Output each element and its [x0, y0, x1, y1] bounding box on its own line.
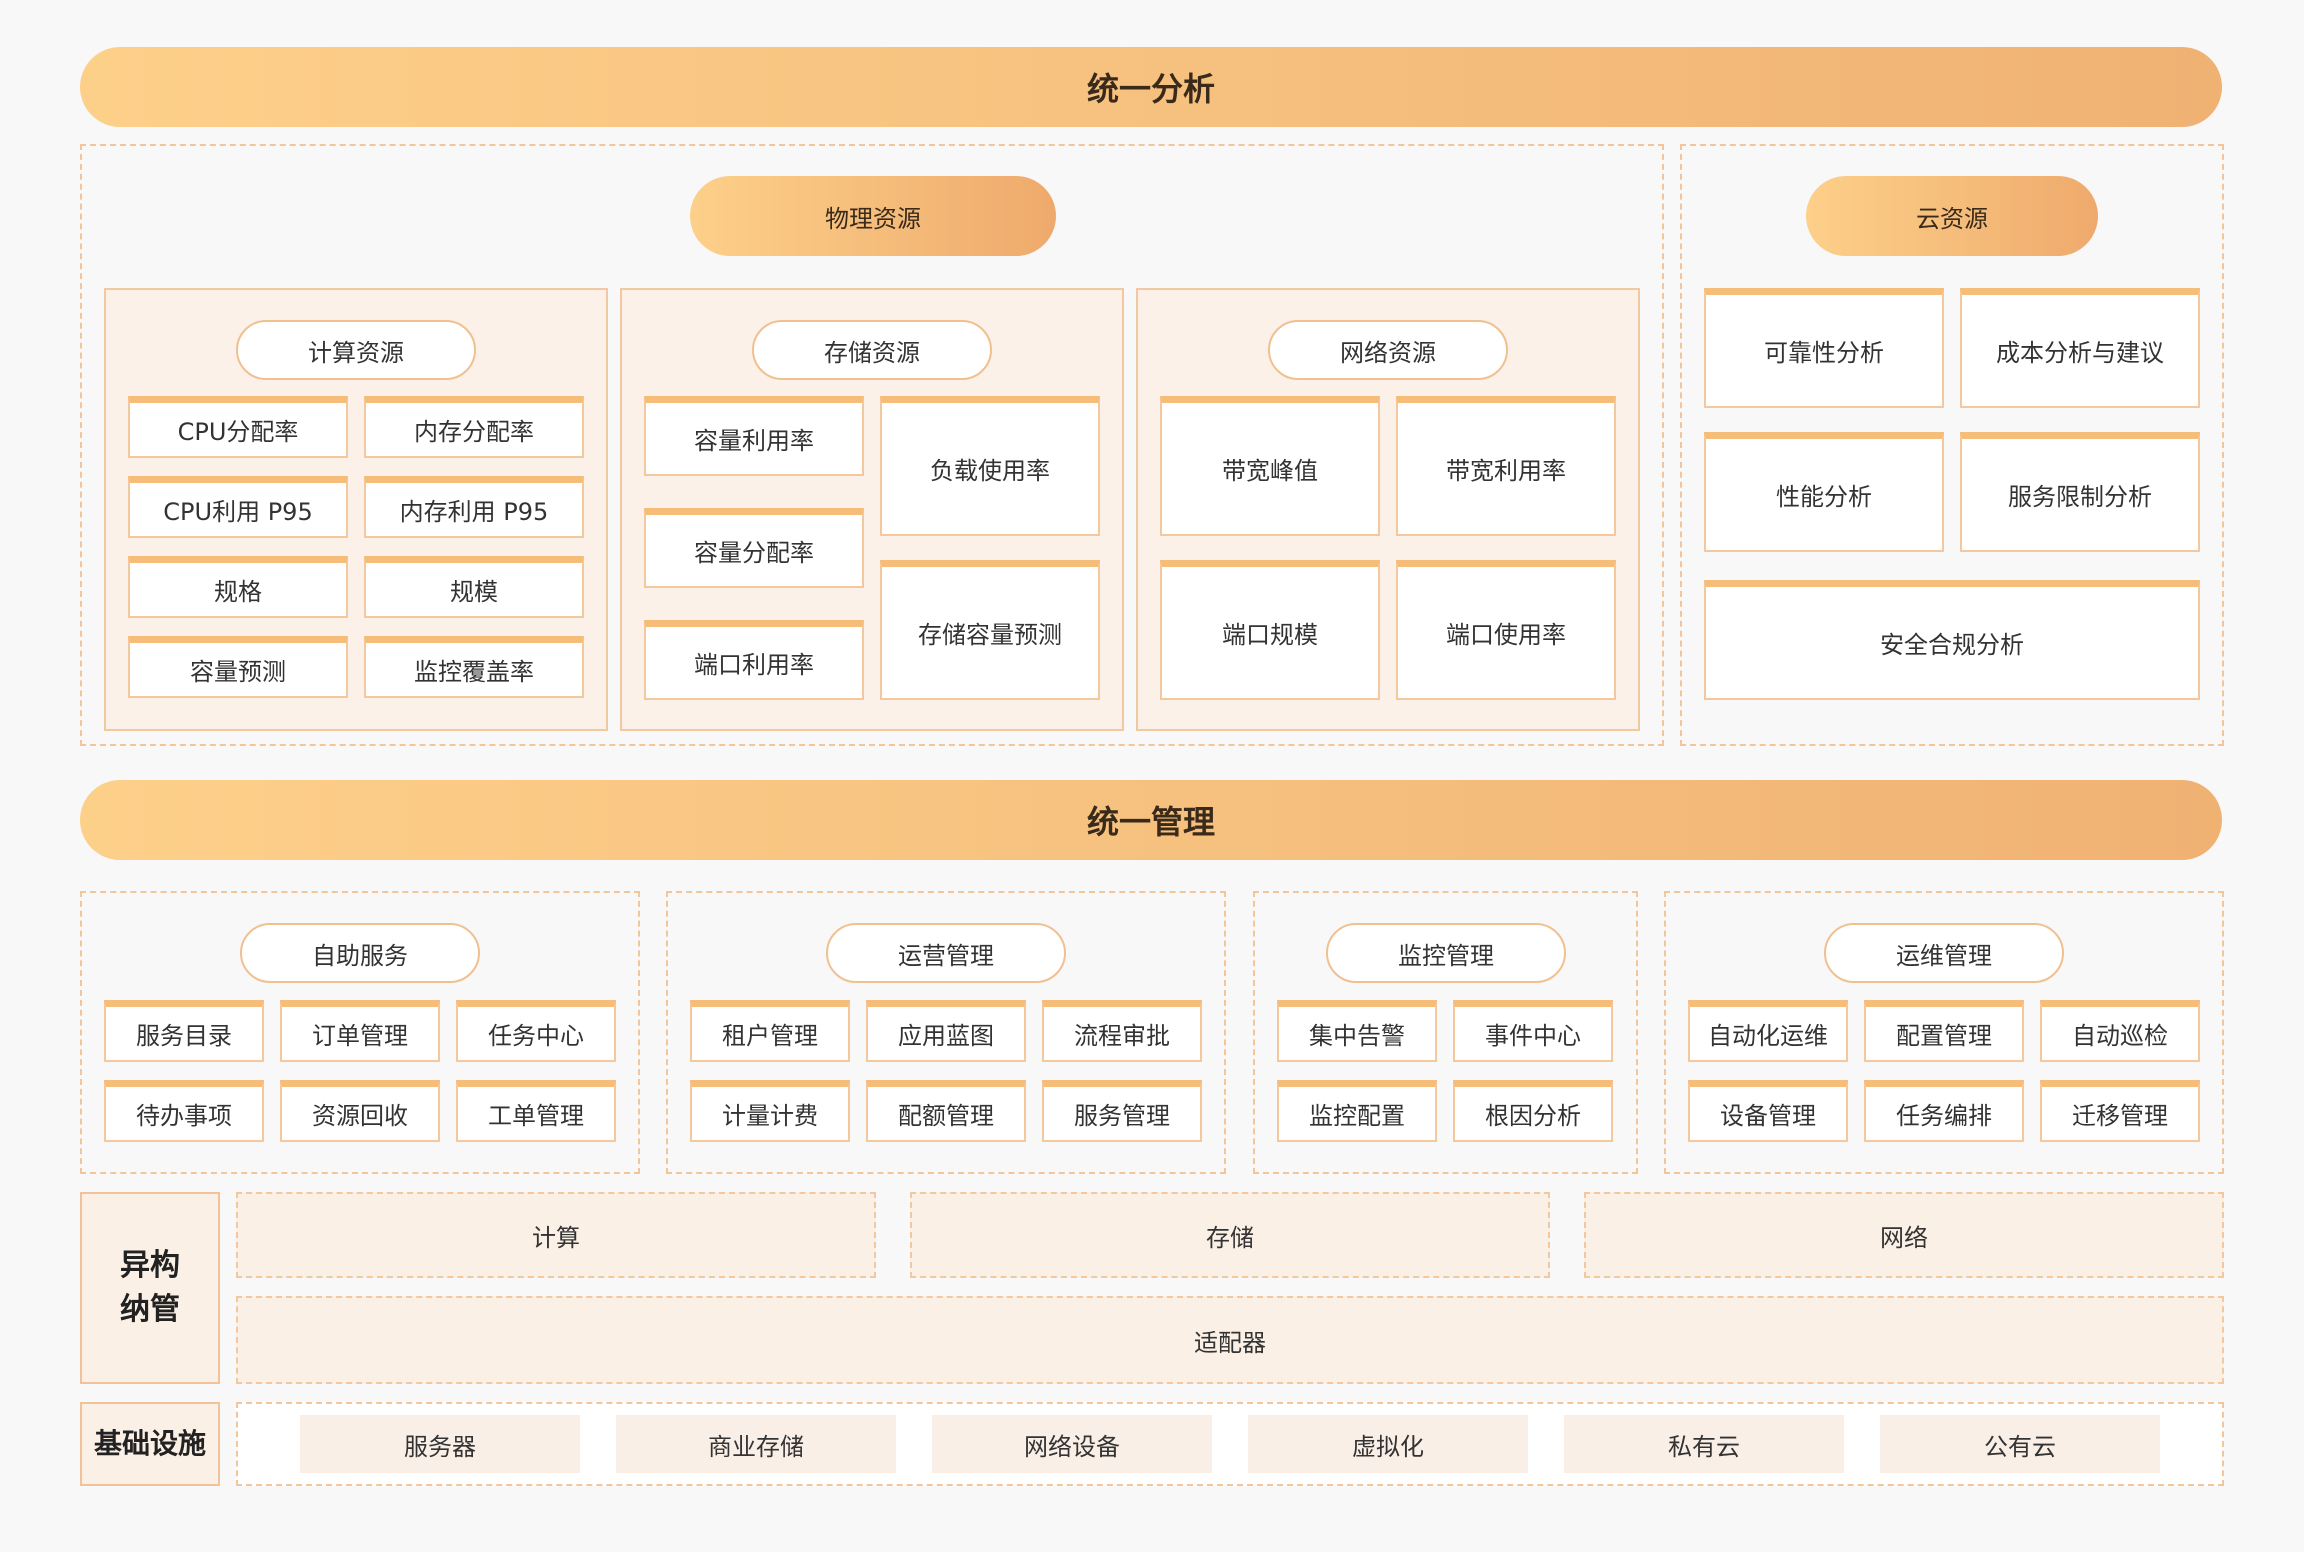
- hetero-compute: 计算: [236, 1192, 876, 1278]
- cloud-analysis-card: 性能分析: [1704, 432, 1944, 552]
- hetero-network: 网络: [1584, 1192, 2224, 1278]
- infra-item: 虚拟化: [1248, 1415, 1528, 1473]
- infra-item: 服务器: [300, 1415, 580, 1473]
- hetero-management-label-text: 异构纳管: [120, 1248, 180, 1327]
- metric-card: 监控覆盖率: [364, 636, 584, 698]
- cloud-analysis-card: 成本分析与建议: [1960, 288, 2200, 408]
- management-item: 服务目录: [104, 1000, 264, 1062]
- management-item: 计量计费: [690, 1080, 850, 1142]
- hetero-management-label: 异构纳管: [80, 1192, 220, 1384]
- management-group-title: 运营管理: [826, 923, 1066, 983]
- management-group-title: 监控管理: [1326, 923, 1566, 983]
- metric-card: 带宽利用率: [1396, 396, 1616, 536]
- management-item: 任务中心: [456, 1000, 616, 1062]
- storage-resources-title: 存储资源: [752, 320, 992, 380]
- management-item: 事件中心: [1453, 1000, 1613, 1062]
- management-item: 设备管理: [1688, 1080, 1848, 1142]
- management-item: 租户管理: [690, 1000, 850, 1062]
- management-item: 自动巡检: [2040, 1000, 2200, 1062]
- management-item: 自动化运维: [1688, 1000, 1848, 1062]
- infra-item: 网络设备: [932, 1415, 1212, 1473]
- management-item: 服务管理: [1042, 1080, 1202, 1142]
- management-item: 资源回收: [280, 1080, 440, 1142]
- metric-card: 端口规模: [1160, 560, 1380, 700]
- management-item: 工单管理: [456, 1080, 616, 1142]
- metric-card: 规模: [364, 556, 584, 618]
- metric-card: CPU利用 P95: [128, 476, 348, 538]
- management-item: 监控配置: [1277, 1080, 1437, 1142]
- management-group-title: 运维管理: [1824, 923, 2064, 983]
- infrastructure-label: 基础设施: [80, 1402, 220, 1486]
- management-item: 流程审批: [1042, 1000, 1202, 1062]
- metric-card: 负载使用率: [880, 396, 1100, 536]
- management-item: 根因分析: [1453, 1080, 1613, 1142]
- cloud-analysis-card: 服务限制分析: [1960, 432, 2200, 552]
- management-item: 配额管理: [866, 1080, 1026, 1142]
- cloud-resources-title: 云资源: [1806, 176, 2098, 256]
- unified-management-banner: 统一管理: [80, 780, 2222, 860]
- cloud-analysis-card: 安全合规分析: [1704, 580, 2200, 700]
- management-item: 迁移管理: [2040, 1080, 2200, 1142]
- infra-item: 私有云: [1564, 1415, 1844, 1473]
- metric-card: CPU分配率: [128, 396, 348, 458]
- management-item: 应用蓝图: [866, 1000, 1026, 1062]
- metric-card: 存储容量预测: [880, 560, 1100, 700]
- metric-card: 规格: [128, 556, 348, 618]
- metric-card: 端口使用率: [1396, 560, 1616, 700]
- management-group-title: 自助服务: [240, 923, 480, 983]
- adapter: 适配器: [236, 1296, 2224, 1384]
- compute-resources-title: 计算资源: [236, 320, 476, 380]
- metric-card: 容量利用率: [644, 396, 864, 476]
- management-item: 订单管理: [280, 1000, 440, 1062]
- metric-card: 端口利用率: [644, 620, 864, 700]
- metric-card: 带宽峰值: [1160, 396, 1380, 536]
- management-item: 任务编排: [1864, 1080, 2024, 1142]
- management-item: 集中告警: [1277, 1000, 1437, 1062]
- metric-card: 容量分配率: [644, 508, 864, 588]
- management-item: 待办事项: [104, 1080, 264, 1142]
- network-resources-title: 网络资源: [1268, 320, 1508, 380]
- physical-resources-title: 物理资源: [690, 176, 1056, 256]
- infra-item: 商业存储: [616, 1415, 896, 1473]
- metric-card: 内存利用 P95: [364, 476, 584, 538]
- metric-card: 内存分配率: [364, 396, 584, 458]
- cloud-analysis-card: 可靠性分析: [1704, 288, 1944, 408]
- management-item: 配置管理: [1864, 1000, 2024, 1062]
- unified-analysis-banner: 统一分析: [80, 47, 2222, 127]
- metric-card: 容量预测: [128, 636, 348, 698]
- infra-item: 公有云: [1880, 1415, 2160, 1473]
- hetero-storage: 存储: [910, 1192, 1550, 1278]
